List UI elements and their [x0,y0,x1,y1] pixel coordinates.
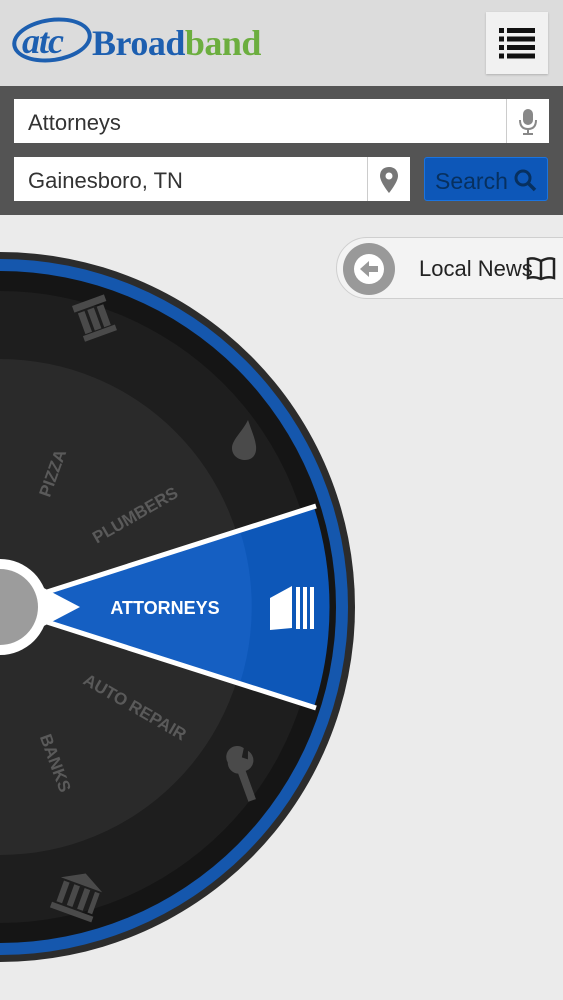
category-attorneys[interactable]: ATTORNEYS [110,598,219,618]
category-wheel: PIZZA PLUMBERS ATTORNEYS AUTO REPAIR BAN… [0,252,355,962]
